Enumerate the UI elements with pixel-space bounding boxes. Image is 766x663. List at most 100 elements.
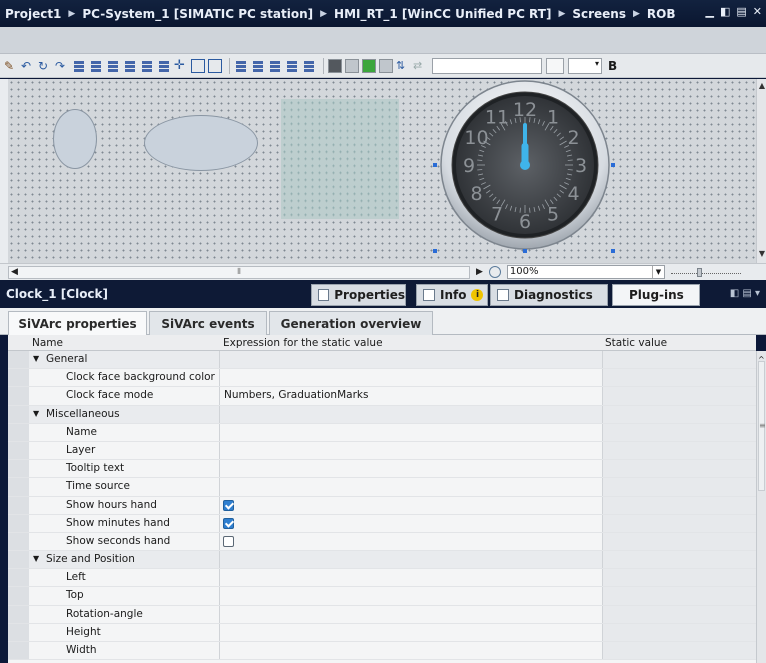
expression-cell[interactable] — [219, 623, 602, 641]
table-row[interactable]: Layer — [8, 441, 756, 461]
static-value-cell[interactable] — [602, 478, 756, 496]
table-row[interactable]: Rotation-angle — [8, 605, 756, 624]
zoom-select[interactable]: 100% ▼ — [506, 265, 665, 279]
static-value-cell[interactable] — [602, 405, 756, 423]
zoom-slider-handle[interactable] — [696, 268, 702, 277]
table-row[interactable]: Tooltip text — [8, 460, 756, 479]
static-value-cell[interactable] — [602, 642, 756, 660]
static-value-cell[interactable] — [602, 623, 756, 641]
grid-align-icon[interactable] — [302, 59, 316, 73]
scroll-right-icon[interactable]: ▶ — [476, 267, 483, 277]
expression-cell[interactable] — [219, 532, 602, 551]
align-left-icon[interactable] — [72, 59, 86, 73]
expression-cell[interactable] — [219, 351, 602, 369]
expression-cell[interactable] — [219, 605, 602, 623]
static-value-cell[interactable] — [602, 532, 756, 551]
tab-properties[interactable]: Properties — [311, 284, 406, 306]
static-value-cell[interactable] — [602, 496, 756, 514]
tab-generation-overview[interactable]: Generation overview — [269, 311, 433, 335]
restore-icon[interactable]: ◧ — [720, 5, 730, 18]
expression-cell[interactable] — [219, 423, 602, 441]
tab-sivarc-events[interactable]: SiVArc events — [149, 311, 267, 335]
bring-forward-icon[interactable] — [345, 58, 359, 73]
selection-handle[interactable] — [611, 163, 615, 167]
space-vertical-icon[interactable] — [285, 59, 299, 73]
ellipse-shape[interactable] — [144, 115, 258, 171]
expression-cell[interactable] — [219, 642, 602, 660]
clock-widget[interactable]: 12 12 3 45678 9 1011 — [436, 79, 614, 254]
tab-plug-ins[interactable]: Plug-ins — [612, 284, 700, 306]
center-icon[interactable]: ✛ — [174, 58, 188, 73]
expression-cell[interactable] — [219, 514, 602, 532]
static-value-cell[interactable] — [602, 587, 756, 605]
expression-cell[interactable] — [219, 587, 602, 605]
expression-cell[interactable] — [219, 369, 602, 387]
selection-handle[interactable] — [433, 163, 437, 167]
selection-handle[interactable] — [611, 249, 615, 253]
row-checkbox[interactable] — [223, 517, 234, 529]
font-size-select[interactable]: ▾ — [568, 57, 602, 74]
tab-order-icon[interactable]: ⇄ — [413, 59, 427, 73]
table-row[interactable]: Clock face mode Numbers, GraduationMarks — [8, 387, 756, 406]
font-picker-button[interactable] — [546, 57, 564, 74]
align-center-icon[interactable] — [89, 59, 103, 73]
expand-icon[interactable]: ▼ — [33, 554, 39, 563]
expand-icon[interactable]: ▼ — [33, 354, 39, 363]
rotate-right-icon[interactable]: ↷ — [55, 59, 69, 73]
table-row[interactable]: Time source — [8, 478, 756, 497]
rotate-left-icon[interactable]: ↶ — [21, 59, 35, 73]
table-group-row[interactable]: ▼ Size and Position — [8, 551, 756, 570]
selection-handle[interactable] — [523, 249, 527, 253]
same-height-icon[interactable] — [208, 58, 222, 73]
close-icon[interactable]: ✕ — [753, 5, 762, 18]
bring-to-front-icon[interactable] — [328, 58, 342, 73]
table-row[interactable]: Top — [8, 587, 756, 606]
chevron-down-icon[interactable]: ▼ — [651, 266, 664, 278]
expression-cell[interactable] — [219, 441, 602, 460]
rotate-icon[interactable]: ↻ — [38, 59, 52, 73]
expression-cell[interactable] — [219, 478, 602, 496]
same-width-icon[interactable] — [191, 58, 205, 73]
distribute-horizontal-icon[interactable] — [234, 59, 248, 73]
align-right-icon[interactable] — [106, 59, 120, 73]
zoom-slider[interactable] — [670, 266, 741, 278]
align-top-icon[interactable] — [123, 59, 137, 73]
maximize-icon[interactable]: ▤ — [736, 5, 746, 18]
static-value-cell[interactable] — [602, 441, 756, 460]
rectangle-shape[interactable] — [281, 99, 399, 219]
expression-cell[interactable] — [219, 551, 602, 569]
expression-cell[interactable] — [219, 405, 602, 423]
sort-icon[interactable]: ⇅ — [396, 59, 410, 73]
static-value-cell[interactable] — [602, 460, 756, 478]
align-middle-icon[interactable] — [140, 59, 154, 73]
table-row[interactable]: Height — [8, 623, 756, 642]
static-value-cell[interactable] — [602, 514, 756, 532]
screen-canvas[interactable]: 12 1 2 3 4 5 6 7 8 9 10 11 — [8, 79, 756, 263]
minimize-icon[interactable]: ▁ — [706, 5, 714, 18]
static-value-cell[interactable] — [602, 351, 756, 369]
scroll-down-icon[interactable]: ▼ — [758, 249, 766, 259]
row-checkbox[interactable] — [223, 535, 234, 547]
table-group-row[interactable]: ▼ General — [8, 351, 756, 370]
static-value-cell[interactable] — [602, 369, 756, 387]
breadcrumb-screens[interactable]: Screens — [572, 7, 626, 21]
distribute-vertical-icon[interactable] — [251, 59, 265, 73]
brush-icon[interactable]: ✎ — [4, 59, 18, 73]
static-value-cell[interactable] — [602, 387, 756, 405]
expression-cell[interactable] — [219, 460, 602, 478]
table-row[interactable]: Width — [8, 642, 756, 661]
expression-cell[interactable]: Numbers, GraduationMarks — [219, 387, 602, 405]
table-vertical-scrollbar[interactable]: ^ ≡ — [756, 351, 766, 663]
table-row[interactable]: Show seconds hand — [8, 532, 756, 552]
zoom-icon[interactable] — [488, 266, 501, 278]
selection-handle[interactable] — [433, 249, 437, 253]
expression-cell[interactable] — [219, 496, 602, 514]
scroll-up-icon[interactable]: ▲ — [758, 81, 766, 91]
column-header-static-value[interactable]: Static value — [605, 337, 667, 349]
column-header-expression[interactable]: Expression for the static value — [223, 337, 383, 349]
space-horizontal-icon[interactable] — [268, 59, 282, 73]
canvas-horizontal-scrollbar[interactable]: ◀ ⦀ — [8, 265, 470, 279]
static-value-cell[interactable] — [602, 569, 756, 587]
circle-shape[interactable] — [53, 109, 97, 169]
table-group-row[interactable]: ▼ Miscellaneous — [8, 405, 756, 424]
